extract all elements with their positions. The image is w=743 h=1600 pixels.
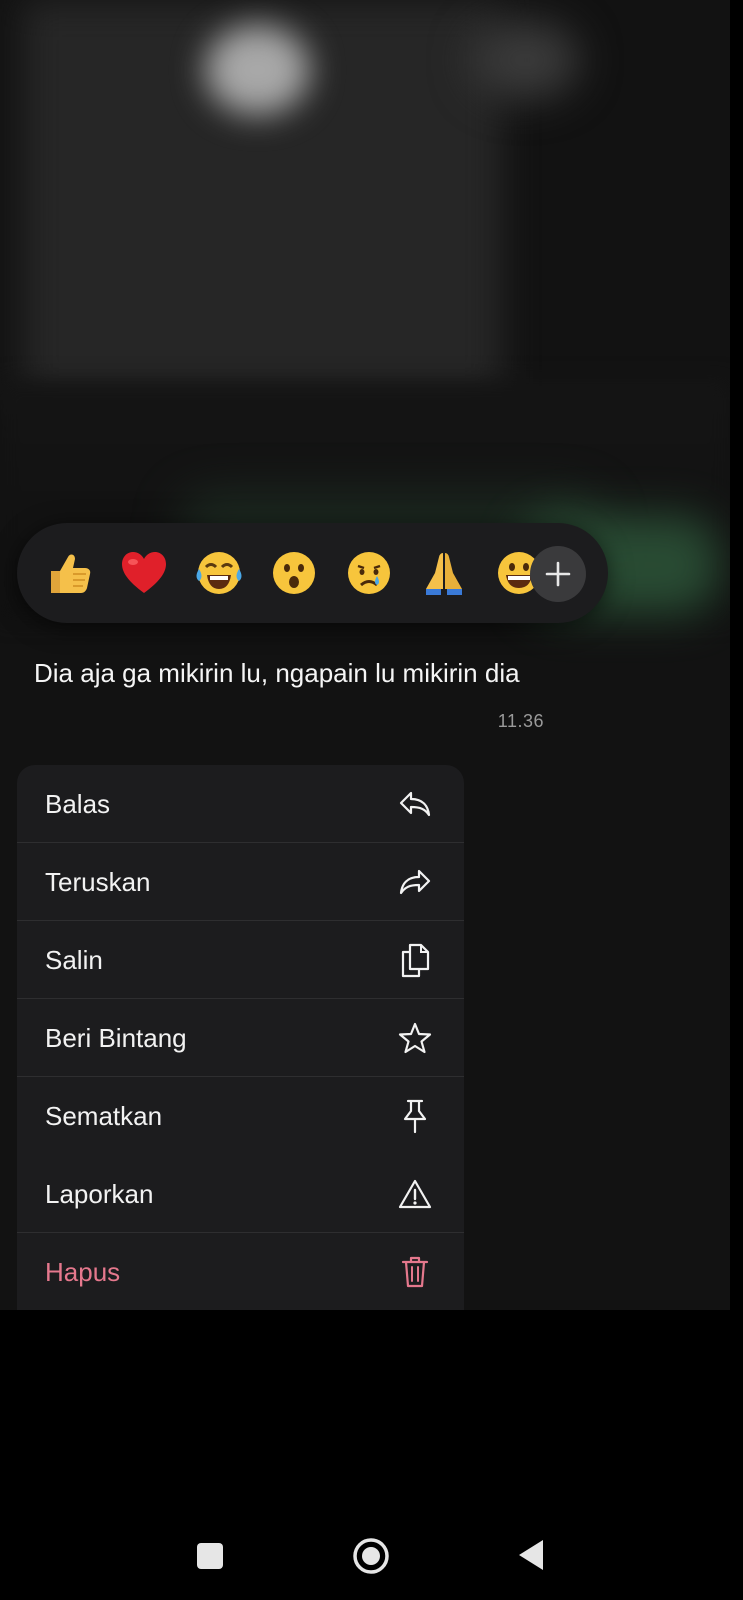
add-reaction-button[interactable] — [530, 546, 586, 602]
menu-item-label: Laporkan — [45, 1178, 154, 1209]
menu-item-label: Teruskan — [45, 866, 151, 897]
pin-icon — [398, 1099, 432, 1134]
menu-item-pin[interactable]: Sematkan — [17, 1077, 464, 1155]
back-triangle-icon — [519, 1540, 543, 1570]
message-bubble[interactable]: Dia aja ga mikirin lu, ngapain lu mikiri… — [34, 655, 544, 731]
menu-item-delete[interactable]: Hapus — [17, 1233, 464, 1310]
plus-icon — [545, 561, 571, 587]
menu-item-label: Beri Bintang — [45, 1022, 187, 1053]
menu-item-label: Sematkan — [45, 1100, 163, 1131]
reply-icon — [398, 787, 432, 821]
menu-item-label: Salin — [45, 944, 103, 975]
trash-icon — [398, 1255, 432, 1289]
reaction-bar — [17, 523, 608, 623]
message-text: Dia aja ga mikirin lu, ngapain lu mikiri… — [34, 658, 520, 688]
menu-item-forward[interactable]: Teruskan — [17, 843, 464, 921]
menu-item-copy[interactable]: Salin — [17, 921, 464, 999]
home-circle-icon — [353, 1538, 389, 1574]
recents-button[interactable] — [195, 1541, 225, 1576]
menu-item-star[interactable]: Beri Bintang — [17, 999, 464, 1077]
message-timestamp: 11.36 — [497, 711, 544, 731]
chat-screen: Dia aja ga mikirin lu, ngapain lu mikiri… — [0, 0, 730, 1310]
crying-reaction[interactable] — [331, 548, 406, 598]
thumbs-up-reaction[interactable] — [31, 547, 106, 599]
red-heart-reaction[interactable] — [106, 548, 181, 598]
forward-icon — [398, 865, 432, 899]
menu-item-label: Balas — [45, 788, 111, 819]
message-context-menu: Balas Teruskan Salin Beri Bintang Sematk… — [17, 765, 464, 1310]
back-button[interactable] — [516, 1538, 546, 1577]
folded-hands-reaction[interactable] — [406, 547, 481, 599]
warning-icon — [398, 1177, 432, 1211]
open-mouth-reaction[interactable] — [256, 548, 331, 598]
star-icon — [398, 1021, 432, 1055]
tears-of-joy-reaction[interactable] — [181, 547, 256, 599]
copy-icon — [398, 943, 432, 978]
menu-item-reply[interactable]: Balas — [17, 765, 464, 843]
menu-item-report[interactable]: Laporkan — [17, 1155, 464, 1233]
home-button[interactable] — [352, 1537, 390, 1580]
recents-square-icon — [197, 1543, 223, 1569]
menu-item-label: Hapus — [45, 1256, 121, 1287]
